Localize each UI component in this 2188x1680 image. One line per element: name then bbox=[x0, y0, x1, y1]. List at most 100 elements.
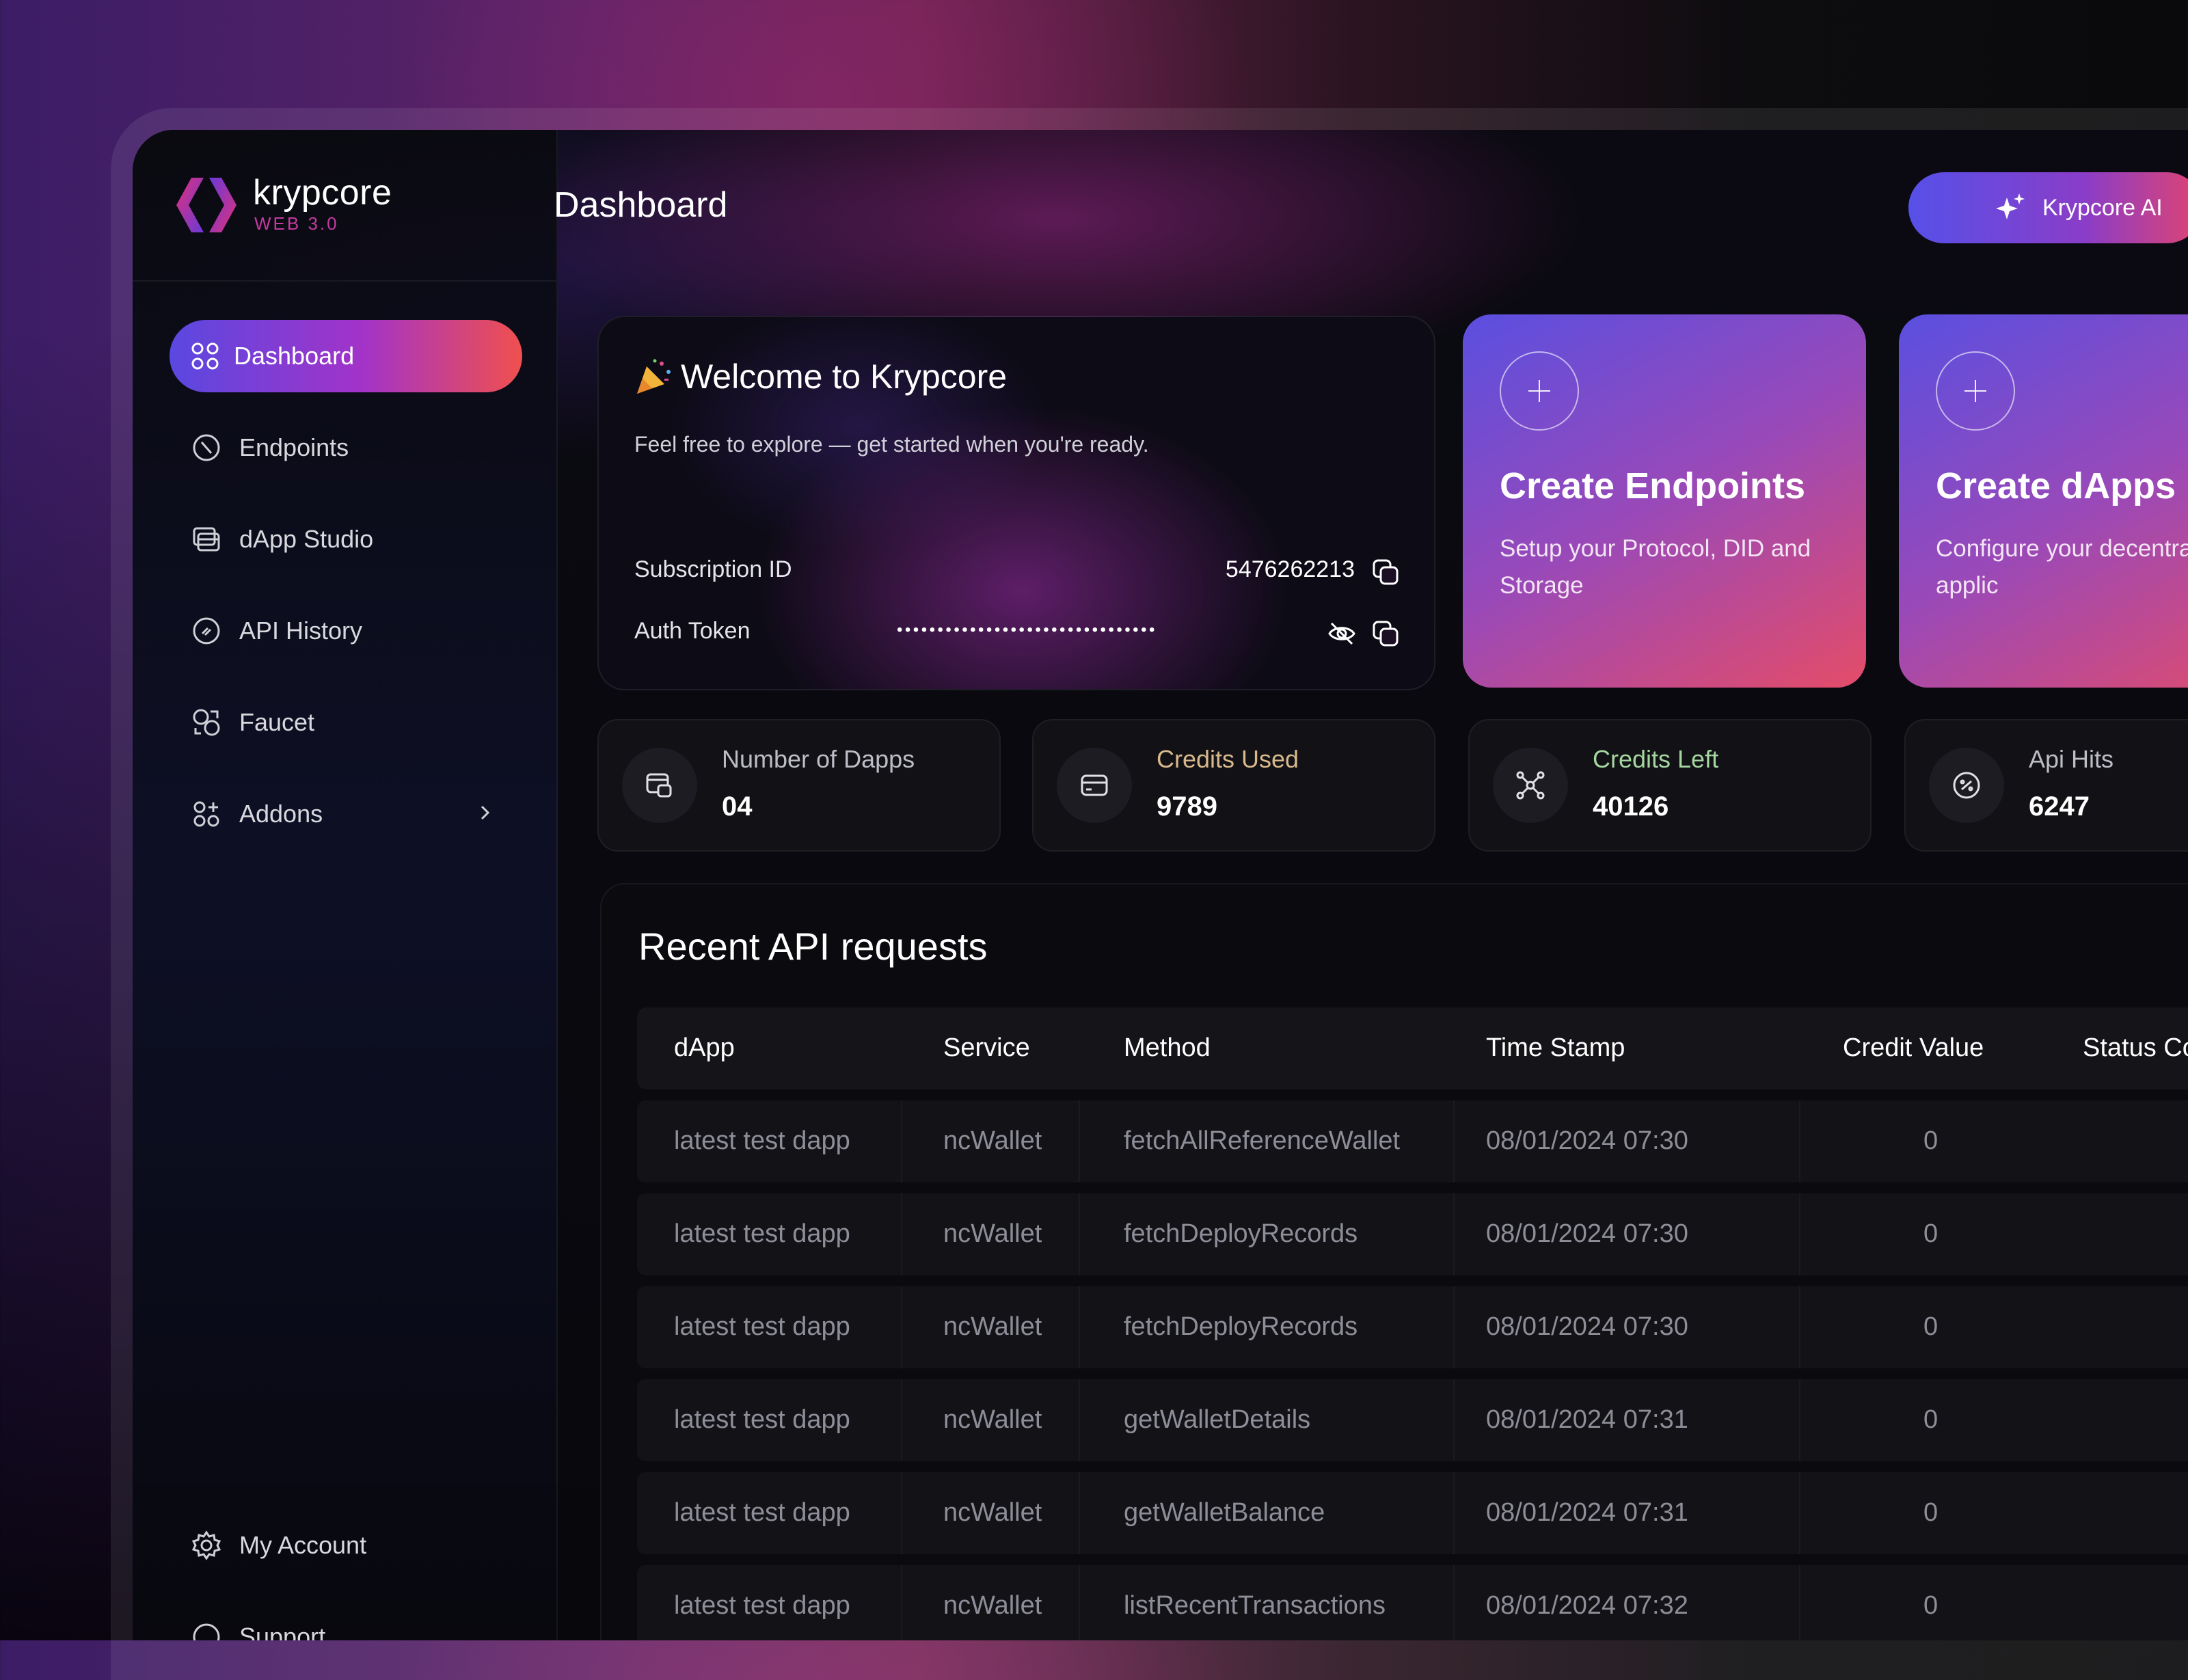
copy-icon[interactable] bbox=[1371, 558, 1400, 586]
column-divider bbox=[901, 1100, 902, 1182]
sidebar-item-addons[interactable]: Addons bbox=[170, 778, 522, 850]
table-row[interactable]: latest test dapp ncWallet getWalletBalance… bbox=[637, 1472, 2188, 1554]
dapps-icon bbox=[646, 773, 672, 798]
sidebar-item-my-account[interactable]: My Account bbox=[170, 1509, 522, 1582]
table-cell: 0 bbox=[1923, 1219, 1939, 1248]
app-window: krypcore WEB 3.0 Dashboard Endpoints dAp… bbox=[133, 130, 2188, 1640]
stat-value: 9789 bbox=[1157, 791, 1217, 822]
welcome-title: Welcome to Krypcore bbox=[634, 357, 1007, 396]
column-divider bbox=[1799, 1565, 1800, 1640]
create-card-description: Configure your decentralised applic bbox=[1936, 535, 2188, 599]
stat-icon-circle bbox=[1493, 748, 1568, 823]
stat-number-of-dapps: Number of Dapps 04 bbox=[597, 719, 1001, 852]
column-header[interactable]: dApp bbox=[674, 1033, 735, 1063]
sidebar-item-dashboard[interactable]: Dashboard bbox=[170, 320, 522, 392]
studio-icon bbox=[193, 527, 220, 552]
column-header[interactable]: Service bbox=[943, 1033, 1030, 1063]
table-cell: ncWallet bbox=[943, 1405, 1042, 1434]
table-cell: 08/01/2024 07:31 bbox=[1486, 1498, 1688, 1527]
stat-credits-left: Credits Left 40126 bbox=[1468, 719, 1872, 852]
sidebar-item-label: dApp Studio bbox=[239, 525, 374, 553]
addons-icon bbox=[193, 801, 219, 827]
table-cell: fetchAllReferenceWallet bbox=[1124, 1126, 1401, 1155]
stat-value: 40126 bbox=[1593, 791, 1669, 822]
table-header: dApp Service Method Time Stamp Credit Va… bbox=[637, 1007, 2188, 1089]
column-divider bbox=[901, 1472, 902, 1554]
welcome-description: Feel free to explore — get started when … bbox=[634, 432, 1149, 457]
sidebar-item-dapp-studio[interactable]: dApp Studio bbox=[170, 503, 522, 575]
api-hits-icon bbox=[1953, 772, 1980, 799]
table-cell: fetchDeployRecords bbox=[1124, 1312, 1358, 1341]
subscription-id-label: Subscription ID bbox=[634, 556, 792, 582]
faucet-icon bbox=[193, 709, 220, 736]
auth-token-label: Auth Token bbox=[634, 618, 751, 644]
column-divider bbox=[1799, 1100, 1800, 1182]
table-cell: getWalletBalance bbox=[1124, 1498, 1325, 1527]
sidebar-item-support[interactable]: Support bbox=[170, 1601, 522, 1640]
column-header[interactable]: Time Stamp bbox=[1486, 1033, 1625, 1063]
table-cell: 08/01/2024 07:30 bbox=[1486, 1219, 1688, 1248]
history-icon bbox=[193, 617, 220, 645]
sidebar-item-label: Endpoints bbox=[239, 433, 349, 461]
table-cell: 0 bbox=[1923, 1498, 1939, 1527]
sidebar-item-label: Support bbox=[239, 1623, 326, 1640]
column-divider bbox=[901, 1379, 902, 1461]
plus-icon bbox=[1500, 351, 1579, 431]
column-divider bbox=[1799, 1472, 1800, 1554]
create-dapps-card[interactable]: Create dApps Configure your decentralise… bbox=[1899, 314, 2188, 688]
ai-button-label: Krypcore AI bbox=[2042, 194, 2163, 221]
create-endpoints-card[interactable]: Create Endpoints Setup your Protocol, DI… bbox=[1463, 314, 1866, 688]
krypcore-ai-button[interactable]: Krypcore AI bbox=[1908, 172, 2188, 243]
table-cell: 0 bbox=[1923, 1591, 1939, 1620]
table-row[interactable]: latest test dapp ncWallet fetchAllReferenc… bbox=[637, 1100, 2188, 1182]
table-row[interactable]: latest test dapp ncWallet fetchDeployRecor… bbox=[637, 1286, 2188, 1368]
sidebar-item-label: API History bbox=[239, 617, 363, 645]
support-icon bbox=[193, 1623, 220, 1640]
stat-label: Credits Left bbox=[1593, 745, 1719, 773]
endpoint-icon bbox=[193, 434, 220, 461]
table-cell: 0 bbox=[1923, 1126, 1939, 1155]
column-divider bbox=[1799, 1379, 1800, 1461]
plus-icon bbox=[1936, 351, 2015, 431]
sidebar-item-label: My Account bbox=[239, 1531, 367, 1559]
table-cell: latest test dapp bbox=[674, 1312, 850, 1341]
column-divider bbox=[1453, 1286, 1455, 1368]
table-row[interactable]: latest test dapp ncWallet getWalletDetails… bbox=[637, 1379, 2188, 1461]
table-cell: ncWallet bbox=[943, 1498, 1042, 1527]
table-cell: latest test dapp bbox=[674, 1405, 850, 1434]
stat-value: 6247 bbox=[2029, 791, 2090, 822]
stat-value: 04 bbox=[722, 791, 753, 822]
table-cell: ncWallet bbox=[943, 1312, 1042, 1341]
sidebar-item-faucet[interactable]: Faucet bbox=[170, 686, 522, 759]
table-row[interactable]: latest test dapp ncWallet listRecentTransa… bbox=[637, 1565, 2188, 1640]
recent-api-requests-card: Recent API requests dApp Service Method … bbox=[600, 883, 2188, 1640]
copy-icon[interactable] bbox=[1371, 619, 1400, 648]
sidebar-item-api-history[interactable]: API History bbox=[170, 595, 522, 667]
column-divider bbox=[1799, 1286, 1800, 1368]
column-header[interactable]: Method bbox=[1124, 1033, 1211, 1063]
column-divider bbox=[1079, 1472, 1080, 1554]
welcome-card: Welcome to Krypcore Feel free to explore… bbox=[597, 316, 1435, 690]
column-divider bbox=[1079, 1565, 1080, 1640]
column-divider bbox=[1799, 1193, 1800, 1275]
sidebar-item-label: Dashboard bbox=[234, 342, 355, 370]
eye-off-icon[interactable] bbox=[1327, 619, 1356, 648]
column-divider bbox=[1453, 1379, 1455, 1461]
table-cell: ncWallet bbox=[943, 1591, 1042, 1620]
column-header[interactable]: Credit Value bbox=[1843, 1033, 1984, 1063]
table-cell: 08/01/2024 07:30 bbox=[1486, 1126, 1688, 1155]
column-divider bbox=[901, 1193, 902, 1275]
column-divider bbox=[901, 1286, 902, 1368]
krypcore-logo-icon bbox=[176, 178, 237, 232]
column-header[interactable]: Status Co bbox=[2083, 1033, 2188, 1063]
column-divider bbox=[1079, 1286, 1080, 1368]
table-cell: 08/01/2024 07:32 bbox=[1486, 1591, 1688, 1620]
table-cell: latest test dapp bbox=[674, 1219, 850, 1248]
sidebar-item-endpoints[interactable]: Endpoints bbox=[170, 411, 522, 484]
column-divider bbox=[1453, 1193, 1455, 1275]
table-row[interactable]: latest test dapp ncWallet fetchDeployRecor… bbox=[637, 1193, 2188, 1275]
column-divider bbox=[1453, 1565, 1455, 1640]
column-divider bbox=[1079, 1193, 1080, 1275]
page-title: Dashboard bbox=[554, 185, 728, 225]
stat-icon-circle bbox=[622, 748, 697, 823]
